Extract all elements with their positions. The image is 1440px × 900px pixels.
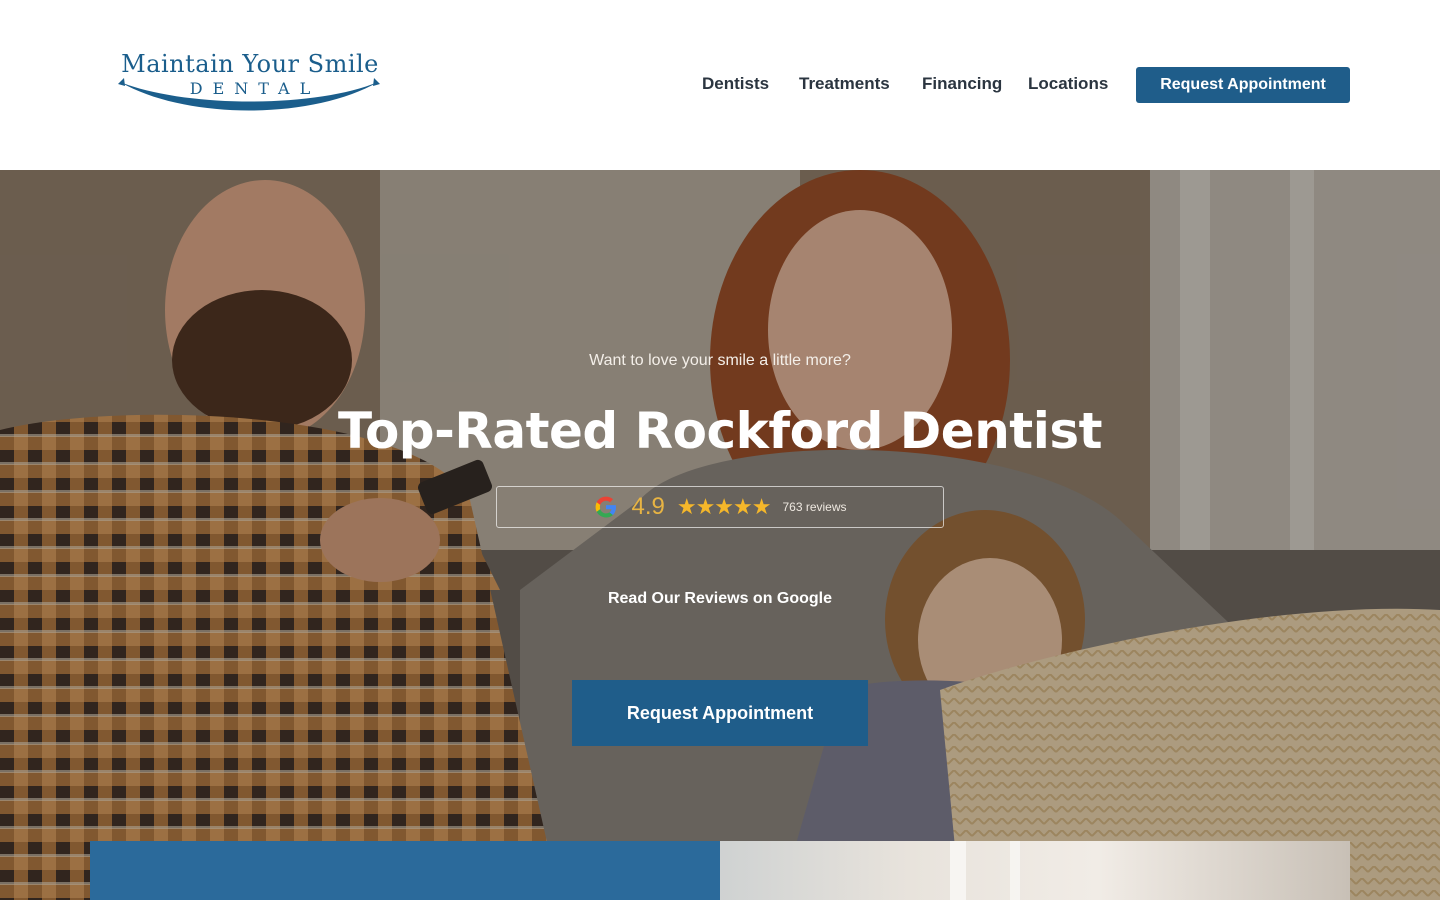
nav-locations[interactable]: Locations [1028,74,1108,96]
reviews-count: 763 reviews [782,500,847,514]
hero-kicker: Want to love your smile a little more? [589,352,851,369]
hero-section: Want to love your smile a little more? T… [0,170,1440,900]
google-icon [596,496,617,518]
read-reviews-link[interactable]: Read Our Reviews on Google [0,590,1440,608]
header-request-appointment-button[interactable]: Request Appointment [1136,67,1350,103]
site-header: Maintain Your Smile DENTAL Dentists Trea… [0,0,1440,170]
hero-overlay [0,170,1440,900]
intro-panel [90,841,720,900]
hero-headline: Top-Rated Rockford Dentist [337,402,1103,460]
nav-financing[interactable]: Financing [922,74,1002,96]
hero-request-appointment-button[interactable]: Request Appointment [572,680,868,746]
nav-treatments[interactable]: Treatments [799,74,890,96]
google-rating-badge[interactable]: 4.9 ★★★★★ 763 reviews [496,486,944,528]
office-photo-panel [720,841,1350,900]
rating-score: 4.9 [631,493,665,520]
photo-detail [950,841,966,900]
rating-stars-icon: ★★★★★ [676,494,772,520]
nav-dentists[interactable]: Dentists [702,74,769,96]
photo-detail [1010,841,1020,900]
logo-subtitle: DENTAL [189,79,321,98]
logo[interactable]: Maintain Your Smile DENTAL [104,50,396,120]
